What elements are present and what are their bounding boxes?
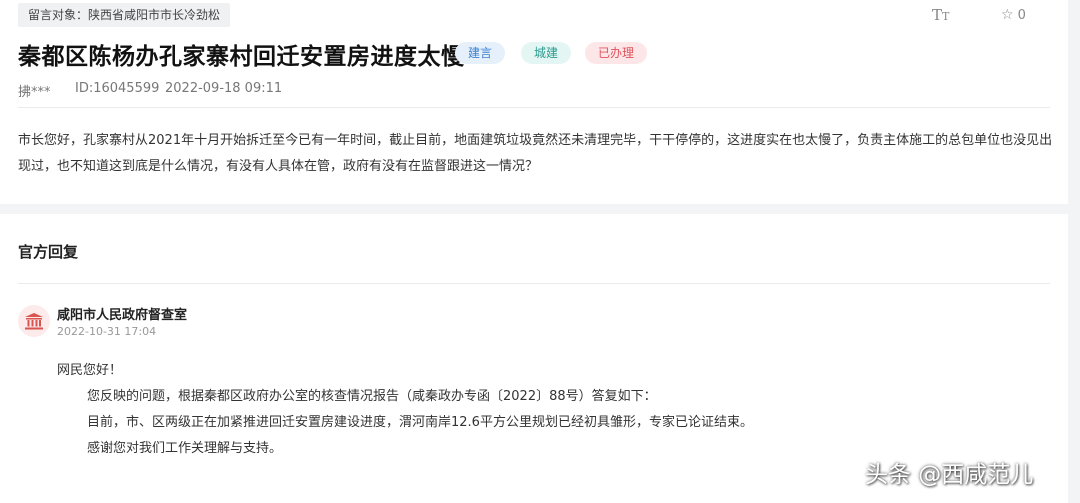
divider bbox=[18, 283, 1050, 284]
category-badge-urban-construction: 城建 bbox=[521, 42, 572, 64]
reply-paragraph: 目前，市、区两级正在加紧推进回迁安置房建设进度，渭河南岸12.6平方公里规划已经… bbox=[87, 415, 753, 430]
reply-timestamp: 2022-10-31 17:04 bbox=[57, 325, 157, 338]
reply-paragraph: 您反映的问题，根据秦都区政府办公室的核查情况报告（咸秦政办专函〔2022〕88号… bbox=[87, 389, 657, 404]
message-title: 秦都区陈杨办孔家寨村回迁安置房进度太慢 bbox=[18, 44, 465, 70]
message-id: ID:16045599 bbox=[75, 81, 160, 96]
font-size-icon[interactable]: TT bbox=[932, 6, 949, 24]
message-target-tag: 留言对象：陕西省咸阳市市长冷劲松 bbox=[18, 3, 231, 27]
star-icon: ☆ bbox=[1001, 7, 1014, 23]
status-badge: 已办理 bbox=[585, 42, 648, 64]
watermark: 头条 @西咸范儿 bbox=[865, 462, 1034, 488]
font-size-icon-small: T bbox=[942, 10, 950, 23]
author-name: 拂*** bbox=[18, 85, 51, 100]
official-reply-heading: 官方回复 bbox=[18, 243, 79, 261]
message-card: 留言对象：陕西省咸阳市市长冷劲松 TT ☆ 0 秦都区陈杨办孔家寨村回迁安置房进度… bbox=[0, 0, 1068, 204]
favorite-button[interactable]: ☆ 0 bbox=[1001, 7, 1026, 23]
message-body: 市长您好，孔家寨村从2021年十月开始拆迁至今已有一年时间，截止目前，地面建筑垃… bbox=[18, 133, 1053, 174]
font-size-icon-large: T bbox=[932, 6, 943, 24]
reply-office-name: 咸阳市人民政府督查室 bbox=[57, 308, 188, 323]
message-timestamp: 2022-09-18 09:11 bbox=[165, 81, 283, 96]
divider bbox=[18, 107, 1050, 108]
government-building-icon bbox=[18, 305, 50, 337]
category-badge-suggestion: 建言 bbox=[455, 42, 506, 64]
reply-closing: 感谢您对我们工作关理解与支持。 bbox=[87, 441, 283, 456]
favorite-count: 0 bbox=[1017, 8, 1026, 23]
reply-greeting: 网民您好！ bbox=[57, 363, 123, 378]
